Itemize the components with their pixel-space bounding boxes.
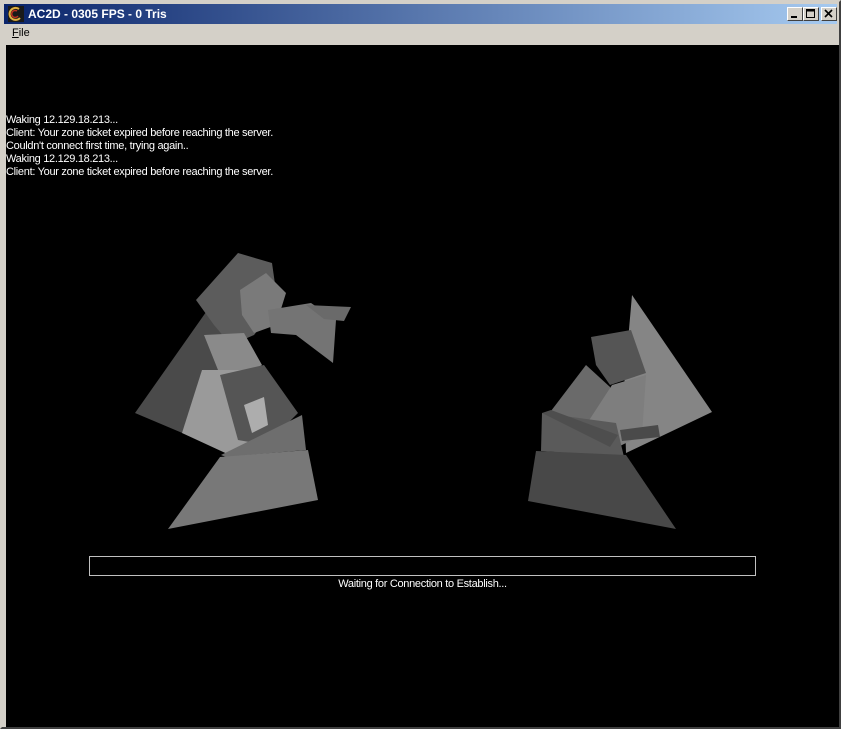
status-text: Waiting for Connection to Establish...	[338, 578, 507, 590]
render-viewport[interactable]: Waking 12.129.18.213... Client: Your zon…	[6, 45, 839, 727]
close-icon	[824, 9, 833, 18]
menu-file[interactable]: File	[12, 27, 30, 40]
minimize-icon	[791, 16, 797, 18]
app-icon[interactable]	[8, 6, 24, 22]
minimize-button[interactable]	[787, 7, 803, 21]
right-figure	[528, 295, 712, 529]
left-figure	[135, 253, 351, 529]
connection-progress-bar	[89, 556, 756, 576]
scene-figures	[135, 253, 712, 529]
menu-bar: File	[4, 24, 837, 43]
close-button[interactable]	[821, 7, 837, 21]
window-title: AC2D - 0305 FPS - 0 Tris	[28, 7, 167, 21]
title-bar[interactable]: AC2D - 0305 FPS - 0 Tris	[4, 4, 837, 24]
maximize-icon	[806, 9, 815, 18]
menu-file-accelerator: F	[12, 27, 19, 39]
maximize-button[interactable]	[803, 7, 819, 21]
app-window: AC2D - 0305 FPS - 0 Tris File Waking 12.…	[0, 0, 841, 729]
menu-file-label: ile	[18, 27, 30, 39]
